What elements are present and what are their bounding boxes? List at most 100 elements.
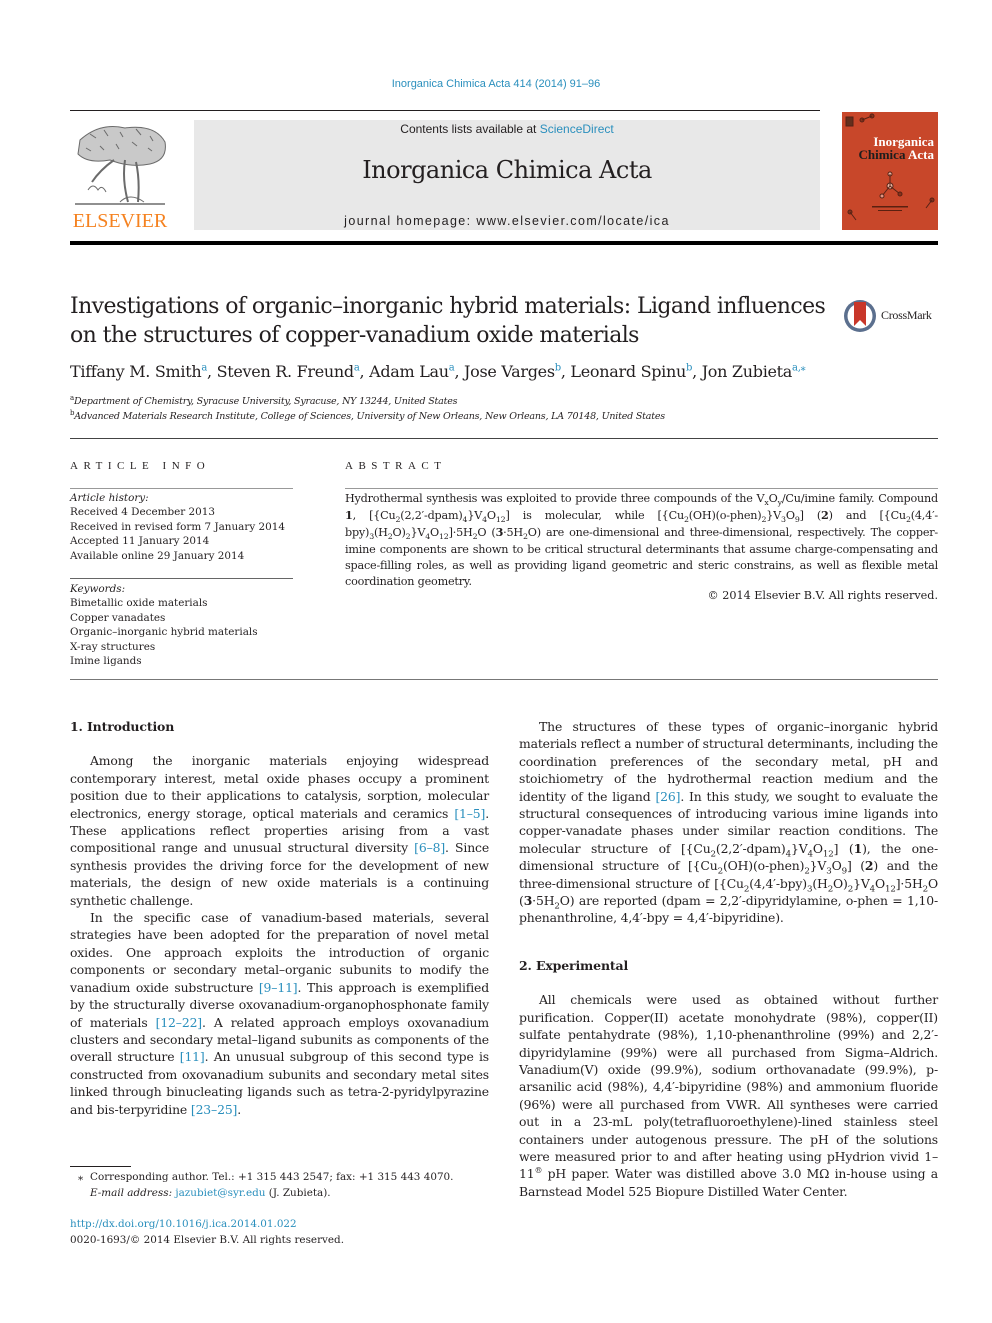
- paragraph: All chemicals were used as obtained with…: [519, 991, 938, 1200]
- affiliation-text: Department of Chemistry, Syracuse Univer…: [73, 396, 458, 407]
- body-left-column: 1. Introduction Among the inorganic mate…: [70, 718, 489, 1118]
- abstract-segment: /Cu/imine family. Compound: [781, 492, 938, 505]
- email-suffix: (J. Zubieta).: [265, 1186, 331, 1199]
- elsevier-wordmark: ELSEVIER: [72, 210, 168, 232]
- footnote-marker: ⁎: [78, 1171, 84, 1183]
- corresponding-author-text: Corresponding author. Tel.: +1 315 443 2…: [90, 1171, 454, 1183]
- cover-title-line2: Chimica Acta: [859, 147, 935, 163]
- author-affiliation-marker[interactable]: b: [555, 363, 561, 374]
- author[interactable]: Adam Lau: [369, 362, 449, 381]
- elsevier-logo[interactable]: ELSEVIER: [70, 120, 170, 232]
- text-segment: All chemicals were used as obtained with…: [519, 992, 938, 1182]
- email-label: E-mail address:: [90, 1186, 173, 1199]
- compound-number: 2: [821, 508, 829, 523]
- compound-number: 1: [345, 508, 353, 523]
- body-right-column: The structures of these types of organic…: [519, 718, 938, 1200]
- contents-prefix: Contents lists available at: [400, 122, 540, 136]
- article-info-rule: [70, 488, 293, 489]
- affiliation-b: bAdvanced Materials Research Institute, …: [70, 409, 665, 422]
- keywords: Keywords: Bimetallic oxide materials Cop…: [70, 582, 300, 668]
- keyword: Copper vanadates: [70, 611, 166, 624]
- reference-link[interactable]: [6–8]: [414, 840, 445, 855]
- reference-link[interactable]: [23–25]: [191, 1102, 238, 1117]
- abstract-rule: [345, 488, 938, 489]
- author-affiliation-marker[interactable]: a: [201, 363, 207, 374]
- author-list: Tiffany M. Smitha, Steven R. Freunda, Ad…: [70, 362, 806, 381]
- reference-link[interactable]: [26]: [655, 789, 680, 804]
- abstract-segment: and: [832, 509, 880, 523]
- journal-banner: Contents lists available at ScienceDirec…: [194, 120, 820, 230]
- compound-number: 2: [864, 858, 874, 874]
- article-info-heading: ARTICLE INFO: [70, 460, 211, 472]
- keywords-label: Keywords:: [70, 583, 126, 595]
- text-segment: pH paper. Water was distilled above 3.0 …: [519, 1166, 938, 1199]
- crossmark-button[interactable]: CrossMark: [843, 298, 943, 334]
- footnote-rule: [70, 1166, 131, 1167]
- author[interactable]: Leonard Spinu: [570, 362, 686, 381]
- abstract-copyright: © 2014 Elsevier B.V. All rights reserved…: [707, 589, 938, 602]
- body-rule: [70, 679, 938, 680]
- text-segment: Among the inorganic materials enjoying w…: [70, 753, 489, 821]
- section-rule: [70, 438, 938, 439]
- text-segment: .: [237, 1101, 242, 1117]
- keywords-rule: [70, 578, 293, 579]
- abstract-heading: ABSTRACT: [345, 460, 447, 472]
- journal-cover-image[interactable]: Inorganica Chimica Acta: [842, 112, 938, 230]
- reference-link[interactable]: [12–22]: [156, 1015, 203, 1030]
- journal-title: Inorganica Chimica Acta: [362, 156, 652, 184]
- compound-number: 3: [523, 893, 533, 909]
- elsevier-tree-icon: [75, 126, 166, 205]
- issn-line: 0020-1693/© 2014 Elsevier B.V. All right…: [70, 1233, 345, 1246]
- paragraph: Among the inorganic materials enjoying w…: [70, 752, 489, 909]
- contents-line: Contents lists available at ScienceDirec…: [194, 122, 820, 136]
- history-item: Received 4 December 2013: [70, 506, 215, 519]
- author-affiliation-marker[interactable]: a: [354, 363, 360, 374]
- reference-link[interactable]: [1–5]: [454, 806, 485, 821]
- paragraph: In the specific case of vanadium-based m…: [70, 909, 489, 1118]
- paragraph: The structures of these types of organic…: [519, 719, 938, 926]
- cover-title-chimica: Chimica: [858, 147, 906, 162]
- cover-title-acta: Acta: [908, 147, 934, 162]
- compound-number: 3: [495, 525, 504, 540]
- author[interactable]: Jose Varges: [464, 362, 555, 381]
- abstract-segment: Hydrothermal synthesis was exploited to …: [345, 492, 765, 505]
- keyword: Organic–inorganic hybrid materials: [70, 626, 258, 639]
- crossmark-label: CrossMark: [881, 308, 932, 322]
- header-rule: [70, 110, 820, 111]
- keyword: X-ray structures: [70, 640, 156, 653]
- crossmark-icon: [844, 300, 876, 332]
- journal-homepage-link[interactable]: journal homepage: www.elsevier.com/locat…: [194, 214, 820, 228]
- author[interactable]: Tiffany M. Smith: [70, 362, 202, 381]
- text-segment: are reported (dpam = 2,2′-dipyridylamine…: [519, 893, 938, 926]
- history-item: Accepted 11 January 2014: [70, 535, 210, 548]
- reference-link[interactable]: [9–11]: [259, 980, 298, 995]
- reference-link[interactable]: [11]: [180, 1049, 205, 1064]
- abstract-segment: is molecular, while: [509, 509, 658, 523]
- article-history: Article history: Received 4 December 201…: [70, 491, 300, 563]
- email-link[interactable]: jazubiet@syr.edu: [175, 1187, 265, 1199]
- sciencedirect-link[interactable]: ScienceDirect: [540, 122, 614, 136]
- author[interactable]: Steven R. Freund: [217, 362, 355, 381]
- author-affiliation-marker[interactable]: b: [686, 363, 692, 374]
- compound-number: 1: [853, 840, 863, 856]
- history-item: Available online 29 January 2014: [70, 549, 245, 562]
- abstract-text: Hydrothermal synthesis was exploited to …: [345, 492, 939, 589]
- affiliation-a: aDepartment of Chemistry, Syracuse Unive…: [70, 394, 458, 407]
- history-item: Received in revised form 7 January 2014: [70, 520, 285, 533]
- affiliation-text: Advanced Materials Research Institute, C…: [74, 411, 665, 422]
- section-heading-experimental: 2. Experimental: [519, 957, 629, 973]
- journal-citation-link[interactable]: Inorganica Chimica Acta 414 (2014) 91–96: [0, 78, 992, 90]
- keyword: Imine ligands: [70, 655, 142, 668]
- article-history-label: Article history:: [70, 492, 149, 504]
- author[interactable]: Jon Zubieta: [702, 362, 793, 381]
- doi-link[interactable]: http://dx.doi.org/10.1016/j.ica.2014.01.…: [70, 1218, 297, 1230]
- cover-molecule-icon: [845, 113, 935, 221]
- header-thick-rule: [70, 241, 938, 245]
- doi-block: http://dx.doi.org/10.1016/j.ica.2014.01.…: [70, 1217, 344, 1248]
- author-affiliation-marker[interactable]: a,⁎: [792, 363, 806, 374]
- author-affiliation-marker[interactable]: a: [449, 363, 455, 374]
- abstract-segment: are one-dimensional and three-dimensiona…: [345, 526, 939, 589]
- article-title: Investigations of organic–inorganic hybr…: [70, 294, 826, 348]
- keyword: Bimetallic oxide materials: [70, 597, 208, 610]
- corresponding-author-footnote: ⁎ Corresponding author. Tel.: +1 315 443 …: [78, 1170, 498, 1201]
